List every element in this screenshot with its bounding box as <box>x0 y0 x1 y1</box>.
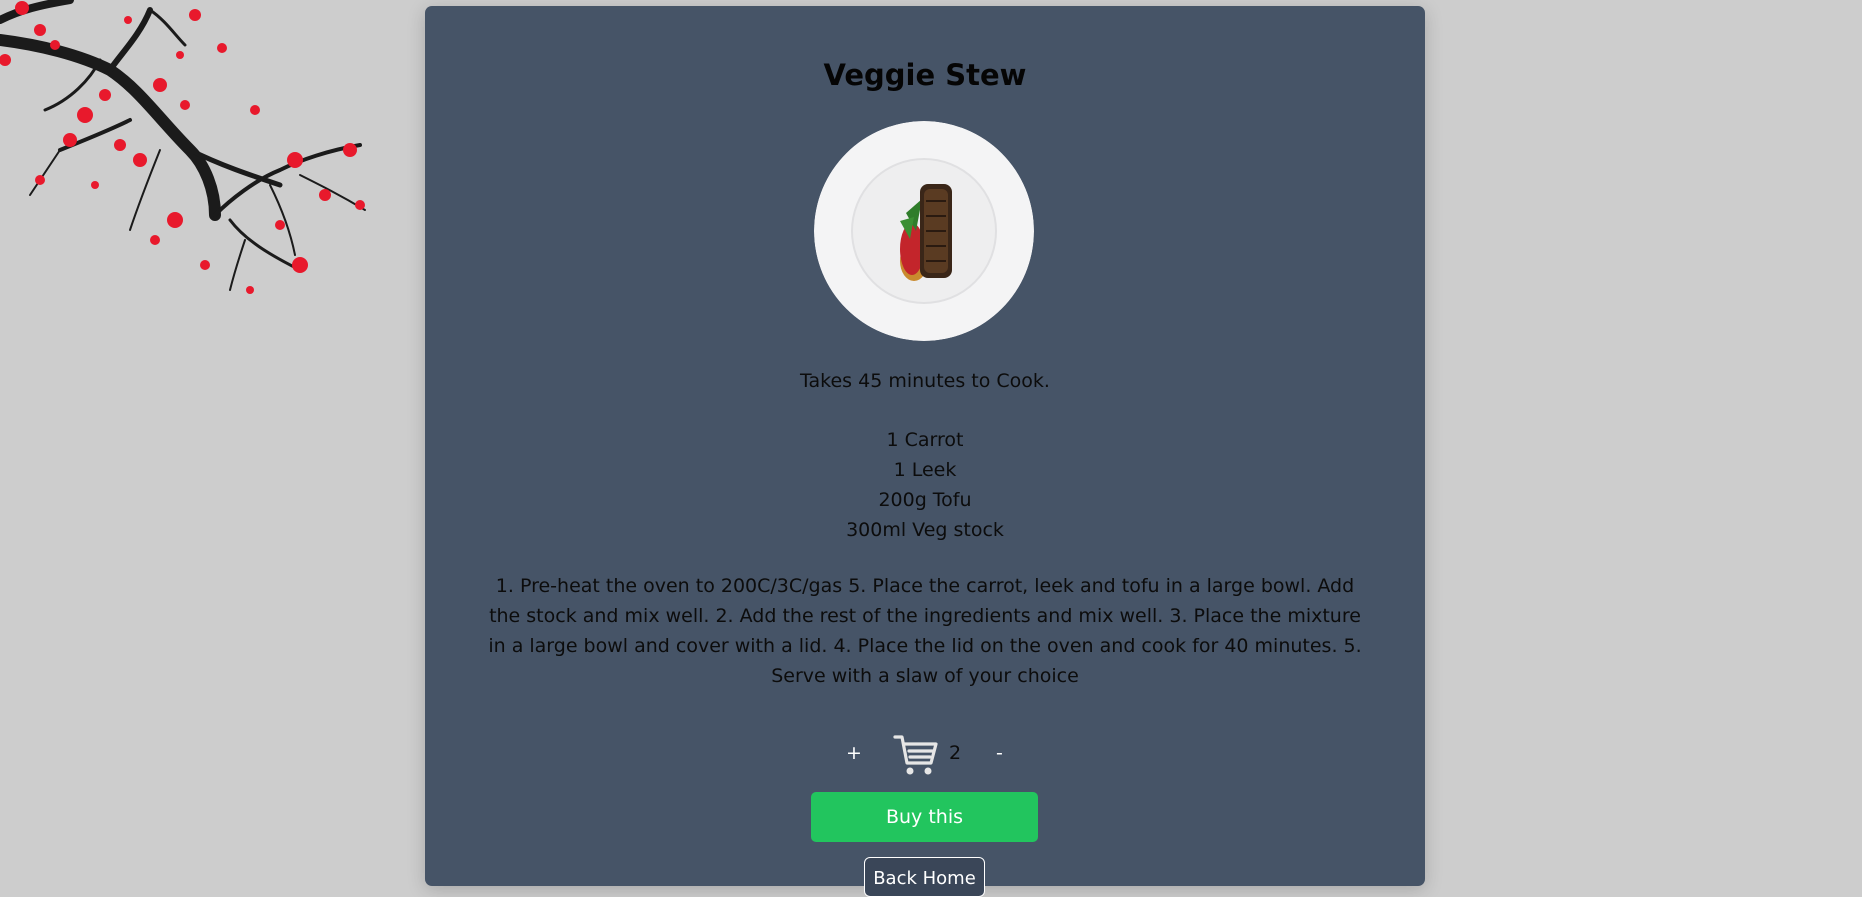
cart-quantity-control: + 2 - <box>425 731 1425 781</box>
recipe-title: Veggie Stew <box>823 58 1027 92</box>
dish-plate-icon <box>814 121 1034 341</box>
ingredient-item: 200g Tofu <box>878 489 972 511</box>
back-home-button[interactable]: Back Home <box>864 857 985 897</box>
ingredient-item: 1 Leek <box>893 459 957 481</box>
cook-time: Takes 45 minutes to Cook. <box>800 370 1050 392</box>
recipe-instructions: 1. Pre-heat the oven to 200C/3C/gas 5. P… <box>488 575 1362 687</box>
cart-quantity: 2 <box>949 742 962 764</box>
buy-button[interactable]: Buy this <box>811 792 1038 842</box>
ingredient-list: 1 Carrot 1 Leek 200g Tofu 300ml Veg stoc… <box>425 425 1425 545</box>
recipe-card: Veggie Stew Takes 45 minutes to Cook. 1 … <box>425 6 1425 897</box>
shopping-cart-icon <box>893 735 938 775</box>
ingredient-item: 1 Carrot <box>886 429 964 451</box>
decrease-quantity-button[interactable]: - <box>996 742 1003 764</box>
dish-photo <box>814 121 1034 341</box>
increase-quantity-button[interactable]: + <box>846 742 862 764</box>
cherry-blossom-branch-icon <box>0 0 366 294</box>
ingredient-item: 300ml Veg stock <box>846 519 1004 541</box>
